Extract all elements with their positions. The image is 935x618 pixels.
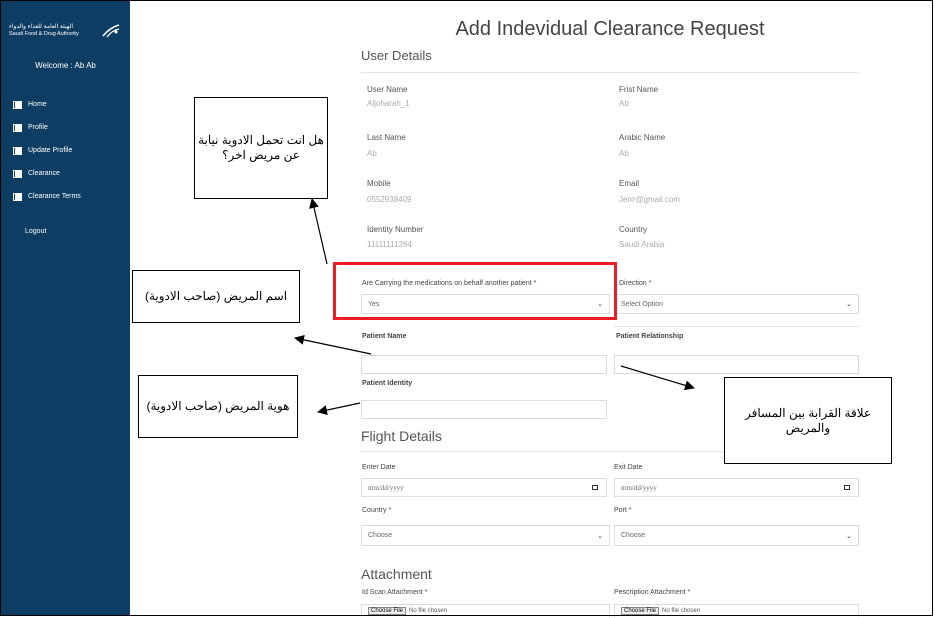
arrow-patient-identity xyxy=(317,402,361,416)
port-label: Port * xyxy=(614,507,632,514)
arrow-carrying-question xyxy=(309,198,328,265)
attachment-title: Attachment xyxy=(361,566,432,582)
patient-name-input[interactable] xyxy=(361,355,607,374)
first-name-value: Ab xyxy=(619,99,629,108)
page-title: Add Indevidual Clearance Request xyxy=(455,18,765,40)
arrow-patient-name xyxy=(294,334,372,355)
patient-relationship-label: Patient Relationship xyxy=(616,333,684,340)
no-file-text: No file chosen xyxy=(409,608,448,614)
annotation-relationship: علاقة القرابة بين المسافر والمريض xyxy=(724,377,892,464)
book-icon xyxy=(13,146,22,155)
sidebar-item-label: Clearance xyxy=(28,170,60,177)
sidebar-item-label: Profile xyxy=(28,124,48,131)
book-icon xyxy=(13,100,22,109)
direction-value: Select Option xyxy=(621,300,664,308)
arabic-name-label: Arabic Name xyxy=(619,133,666,142)
direction-select[interactable]: Select Option ⌄ xyxy=(614,294,859,314)
patient-identity-label: Patient Identity xyxy=(362,380,413,387)
mobile-value: 0552938409 xyxy=(367,195,412,204)
port-select[interactable]: Choose ⌄ xyxy=(614,525,859,546)
enter-date-label: Enter Date xyxy=(362,464,396,471)
exit-date-label: Exit Date xyxy=(614,464,643,471)
book-icon xyxy=(13,192,22,201)
identity-number-label: Identity Number xyxy=(367,225,424,234)
port-value: Choose xyxy=(621,532,646,539)
logo-english-text: Saudi Food & Drug Authority xyxy=(9,31,79,37)
sidebar-item-clearance-terms[interactable]: Clearance Terms xyxy=(13,185,81,208)
chevron-down-icon: ⌄ xyxy=(846,301,852,308)
choose-file-button[interactable]: Choose File xyxy=(621,607,660,615)
calendar-icon[interactable] xyxy=(592,484,598,490)
user-details-title: User Details xyxy=(361,48,432,63)
enter-date-placeholder: mm/dd/yyyy xyxy=(368,483,404,492)
sidebar: الهيئة العامة للغذاء والدواء Saudi Food … xyxy=(1,1,130,616)
mobile-label: Mobile xyxy=(367,179,391,188)
country-label: Country xyxy=(619,225,648,234)
id-scan-label: Id Scan Attachment * xyxy=(362,589,428,596)
annotation-patient-name: اسم المريض (صاحب الادوية) xyxy=(132,270,300,323)
sfda-logo-icon xyxy=(102,24,120,38)
flight-country-label: Country * xyxy=(362,507,392,514)
prescription-file-input[interactable]: Choose File No file chosen xyxy=(614,604,859,617)
flight-country-select[interactable]: Choose ⌄ xyxy=(361,525,610,546)
book-icon xyxy=(13,123,22,132)
email-label: Email xyxy=(619,179,640,188)
sidebar-nav: Home Profile Update Profile Clearance Cl… xyxy=(13,93,81,208)
sfda-logo[interactable]: الهيئة العامة للغذاء والدواء Saudi Food … xyxy=(9,23,121,43)
user-name-value: Aljoharah_1 xyxy=(367,99,410,108)
patient-name-label: Patient Name xyxy=(362,333,407,340)
arabic-name-value: Ab xyxy=(619,149,629,158)
flight-country-value: Choose xyxy=(368,532,393,539)
exit-date-input[interactable]: mm/dd/yyyy xyxy=(614,478,859,497)
last-name-label: Last Name xyxy=(367,133,406,142)
annotation-patient-identity: هوية المريض (صاحب الادوية) xyxy=(138,375,298,438)
book-icon xyxy=(13,169,22,178)
welcome-text: Welcome : Ab Ab xyxy=(35,61,96,70)
sidebar-item-label: Home xyxy=(28,101,47,108)
patient-relationship-input[interactable] xyxy=(614,355,859,374)
annotation-carrying-question: هل انت تحمل الادوية نيابة عن مريض اخر؟ xyxy=(194,97,328,199)
section-divider xyxy=(614,326,859,327)
email-value: Jerrr@gmail.com xyxy=(619,195,681,204)
prescription-label: Pescription Attachment * xyxy=(614,589,691,596)
sidebar-item-update-profile[interactable]: Update Profile xyxy=(13,139,81,162)
calendar-icon[interactable] xyxy=(844,484,850,490)
first-name-label: Frist Name xyxy=(619,85,659,94)
sidebar-item-label: Clearance Terms xyxy=(28,193,81,200)
identity-number-value: 11111111264 xyxy=(367,240,412,249)
sidebar-item-clearance[interactable]: Clearance xyxy=(13,162,81,185)
logo-arabic-text: الهيئة العامة للغذاء والدواء xyxy=(9,24,74,30)
patient-identity-input[interactable] xyxy=(361,400,607,419)
id-scan-file-input[interactable]: Choose File No file chosen xyxy=(361,604,610,617)
exit-date-placeholder: mm/dd/yyyy xyxy=(621,483,657,492)
choose-file-button[interactable]: Choose File xyxy=(368,607,407,615)
sidebar-item-label: Update Profile xyxy=(28,147,73,154)
user-name-label: User Name xyxy=(367,85,408,94)
sidebar-item-profile[interactable]: Profile xyxy=(13,116,81,139)
sidebar-item-home[interactable]: Home xyxy=(13,93,81,116)
section-divider xyxy=(361,72,859,73)
country-value: Saudi Arabia xyxy=(619,240,665,249)
chevron-down-icon: ⌄ xyxy=(846,532,852,540)
no-file-text: No file chosen xyxy=(662,608,701,614)
logout-link[interactable]: Logout xyxy=(25,228,46,235)
last-name-value: Ab xyxy=(367,149,377,158)
direction-label: Direction * xyxy=(619,280,652,287)
chevron-down-icon: ⌄ xyxy=(597,532,603,540)
flight-details-title: Flight Details xyxy=(361,428,442,444)
highlight-box xyxy=(333,262,617,320)
enter-date-input[interactable]: mm/dd/yyyy xyxy=(361,478,607,497)
